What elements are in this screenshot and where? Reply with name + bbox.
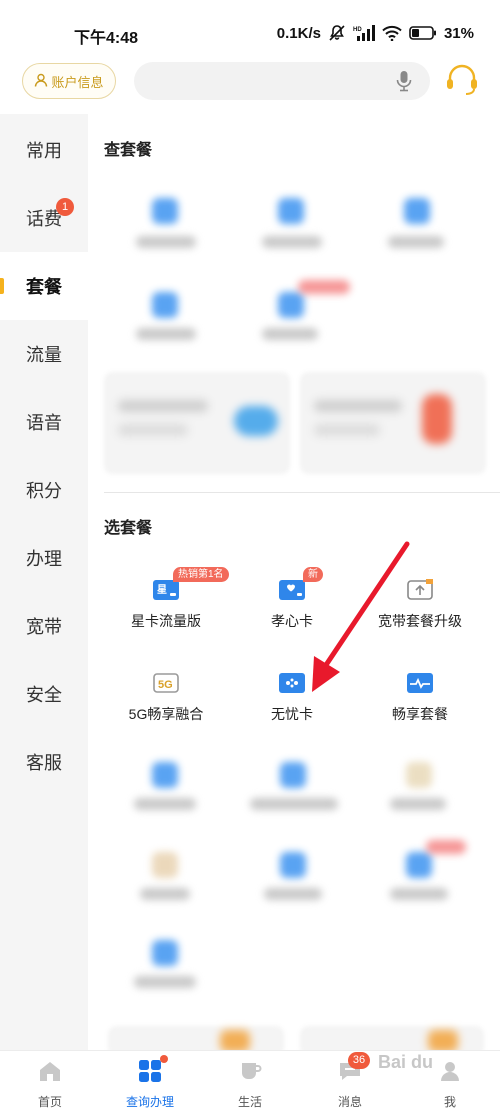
nav-tab-home[interactable]: 首页 xyxy=(0,1051,100,1111)
watermark: Bai du xyxy=(378,1052,434,1072)
mic-icon[interactable] xyxy=(396,70,412,97)
sidebar-item-label: 宽带 xyxy=(26,617,62,637)
status-bar: 下午4:48 0.1K/s HD 31% xyxy=(0,0,500,60)
search-input[interactable] xyxy=(134,62,430,100)
nav-label: 首页 xyxy=(37,1095,62,1109)
section-divider xyxy=(104,492,500,493)
sidebar-item-service[interactable]: 客服 xyxy=(0,728,88,796)
nav-label: 生活 xyxy=(237,1095,262,1109)
sidebar-item-data[interactable]: 流量 xyxy=(0,320,88,388)
package-label: 孝心卡 xyxy=(271,613,313,629)
new-tag: 新 xyxy=(303,567,323,582)
nav-label: 我 xyxy=(443,1095,456,1109)
sidebar-item-package[interactable]: 套餐 xyxy=(0,252,88,320)
user-icon xyxy=(438,1059,462,1083)
sidebar-item-label: 积分 xyxy=(26,481,62,501)
blurred-promo-banner[interactable] xyxy=(300,372,486,474)
user-icon xyxy=(34,73,48,90)
sidebar-item-label: 安全 xyxy=(26,685,62,705)
heart-card-icon xyxy=(278,579,306,601)
sidebar-item-broadband[interactable]: 宽带 xyxy=(0,592,88,660)
sidebar-item-phone-bill[interactable]: 话费 1 xyxy=(0,184,88,252)
sidebar-item-security[interactable]: 安全 xyxy=(0,660,88,728)
blurred-promo-banner[interactable] xyxy=(104,372,290,474)
notification-badge: 1 xyxy=(56,198,74,216)
sidebar-item-label: 语音 xyxy=(26,413,62,433)
sidebar-item-handle[interactable]: 办理 xyxy=(0,524,88,592)
notification-dot xyxy=(160,1055,168,1063)
sidebar-item-label: 流量 xyxy=(26,345,62,365)
sidebar-item-label: 客服 xyxy=(26,753,62,773)
battery-icon xyxy=(409,26,437,40)
sidebar-item-label: 办理 xyxy=(26,549,62,569)
svg-text:星: 星 xyxy=(157,584,167,596)
svg-text:5G: 5G xyxy=(158,679,173,691)
nav-label: 查询办理 xyxy=(125,1095,174,1109)
svg-text:HD: HD xyxy=(353,27,362,33)
account-info-button[interactable]: 账户信息 xyxy=(22,63,116,99)
cup-icon xyxy=(238,1059,262,1083)
mute-icon xyxy=(328,24,346,42)
grid-icon xyxy=(138,1059,162,1083)
hot-sale-tag: 热销第1名 xyxy=(173,567,229,582)
home-icon xyxy=(38,1059,62,1083)
query-section-title: 查套餐 xyxy=(104,142,153,159)
wifi-icon xyxy=(382,25,402,41)
package-label: 宽带套餐升级 xyxy=(378,613,462,629)
nav-label: 消息 xyxy=(337,1095,362,1109)
unread-badge: 36 xyxy=(348,1052,370,1069)
sidebar-item-label: 套餐 xyxy=(26,277,62,297)
sidebar-item-label: 常用 xyxy=(26,141,62,161)
network-speed: 0.1K/s xyxy=(276,24,321,42)
star-card-icon: 星 xyxy=(152,579,180,601)
package-label: 5G畅享融合 xyxy=(128,706,204,722)
upgrade-icon xyxy=(406,579,434,601)
status-time: 下午4:48 xyxy=(74,30,139,47)
signal-icon: HD xyxy=(353,25,375,41)
account-info-label: 账户信息 xyxy=(51,74,104,90)
sidebar-item-voice[interactable]: 语音 xyxy=(0,388,88,456)
pulse-card-icon xyxy=(406,672,434,694)
nav-tab-query[interactable]: 查询办理 xyxy=(100,1051,200,1111)
status-indicators: 0.1K/s HD 31% xyxy=(277,24,474,42)
package-label: 畅享套餐 xyxy=(392,706,448,722)
battery-level: 31% xyxy=(443,24,474,42)
gamepad-card-icon xyxy=(278,672,306,694)
sidebar-item-common[interactable]: 常用 xyxy=(0,116,88,184)
category-sidebar: 常用 话费 1 套餐 流量 语音 积分 办理 宽带 安全 客服 xyxy=(0,114,88,1050)
5g-icon: 5G xyxy=(152,672,180,694)
package-label: 星卡流量版 xyxy=(131,613,201,629)
package-label: 无忧卡 xyxy=(271,706,313,722)
customer-service-icon[interactable] xyxy=(445,64,479,101)
sidebar-item-points[interactable]: 积分 xyxy=(0,456,88,524)
choose-section-title: 选套餐 xyxy=(104,520,153,537)
nav-tab-life[interactable]: 生活 xyxy=(200,1051,300,1111)
